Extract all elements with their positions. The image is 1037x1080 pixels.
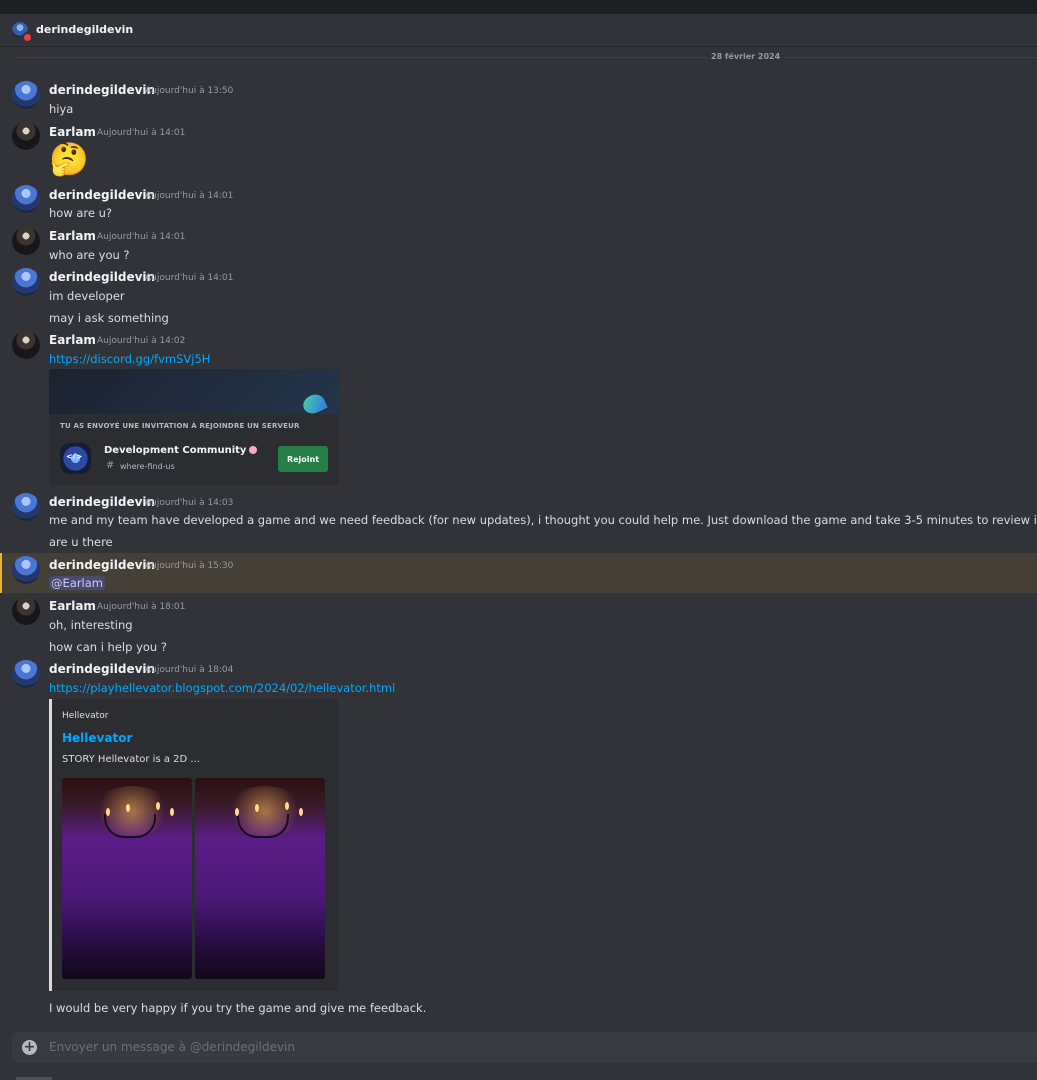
- candle-flame: [299, 808, 303, 816]
- blog-link[interactable]: https://playhellevator.blogspot.com/2024…: [49, 681, 395, 695]
- message-author[interactable]: Earlam: [49, 599, 96, 613]
- message-text: I would be very happy if you try the gam…: [49, 1001, 427, 1015]
- embed-provider: Hellevator: [62, 711, 109, 721]
- message-composer: +: [12, 1032, 1037, 1063]
- message-author[interactable]: Earlam: [49, 125, 96, 139]
- server-icon-text: </>: [66, 452, 83, 461]
- window-top-strip: [0, 0, 1037, 14]
- message-author[interactable]: derindegildevin: [49, 662, 155, 676]
- embed-description: STORY Hellevator is a 2D ...: [62, 754, 200, 765]
- channel-hash-icon: #: [106, 460, 115, 471]
- invite-banner: [49, 369, 339, 414]
- message-timestamp: Aujourd'hui à 14:01: [97, 128, 186, 138]
- message-text: me and my team have developed a game and…: [49, 513, 1037, 527]
- server-invite-card: TU AS ENVOYÉ UNE INVITATION À REJOINDRE …: [49, 369, 339, 485]
- date-divider: 28 février 2024: [14, 52, 1035, 61]
- channel-header: derindegildevin: [0, 14, 1037, 47]
- message-author[interactable]: Earlam: [49, 333, 96, 347]
- avatar-derindegildevin[interactable]: [12, 493, 40, 521]
- server-icon[interactable]: </>: [60, 443, 91, 474]
- user-mention[interactable]: @Earlam: [49, 576, 105, 590]
- invite-channel: where-find-us: [120, 462, 175, 471]
- message-timestamp: Aujourd'hui à 14:01: [145, 273, 234, 283]
- server-name[interactable]: Development Community: [104, 445, 246, 456]
- message-author[interactable]: derindegildevin: [49, 558, 155, 572]
- candle-flame: [170, 808, 174, 816]
- avatar-derindegildevin[interactable]: [12, 556, 40, 584]
- invite-link[interactable]: https://discord.gg/fvmSVj5H: [49, 352, 210, 366]
- header-username[interactable]: derindegildevin: [36, 23, 133, 36]
- message-text: are u there: [49, 535, 113, 549]
- message-text: may i ask something: [49, 311, 169, 325]
- message-timestamp: Aujourd'hui à 14:02: [97, 336, 186, 346]
- embed-image[interactable]: [62, 778, 192, 979]
- message-timestamp: Aujourd'hui à 14:03: [145, 498, 234, 508]
- avatar-earlam[interactable]: [12, 122, 40, 150]
- embed-image[interactable]: [195, 778, 325, 979]
- message-author[interactable]: derindegildevin: [49, 188, 155, 202]
- message-timestamp: Aujourd'hui à 18:01: [97, 602, 186, 612]
- server-name-row: Development Community: [104, 445, 258, 456]
- avatar-derindegildevin[interactable]: [12, 81, 40, 109]
- message-text: oh, interesting: [49, 618, 133, 632]
- avatar-derindegildevin[interactable]: [12, 185, 40, 213]
- message-timestamp: Aujourd'hui à 15:30: [145, 561, 234, 571]
- join-button[interactable]: Rejoint: [278, 446, 328, 472]
- message-text: how are u?: [49, 206, 113, 220]
- embed-title[interactable]: Hellevator: [62, 731, 132, 745]
- candle-flame: [285, 802, 289, 810]
- chandelier: [104, 814, 156, 838]
- date-divider-label: 28 février 2024: [707, 52, 785, 61]
- candle-flame: [255, 804, 259, 812]
- message-timestamp: Aujourd'hui à 13:50: [145, 86, 234, 96]
- message-timestamp: Aujourd'hui à 14:01: [97, 232, 186, 242]
- status-dnd-icon: [22, 32, 33, 43]
- message-timestamp: Aujourd'hui à 18:04: [145, 665, 234, 675]
- avatar-earlam[interactable]: [12, 227, 40, 255]
- avatar-earlam[interactable]: [12, 331, 40, 359]
- avatar-derindegildevin[interactable]: [12, 660, 40, 688]
- candle-flame: [156, 802, 160, 810]
- chandelier: [237, 814, 289, 838]
- candle-flame: [126, 804, 130, 812]
- mention-highlight: [0, 553, 1037, 593]
- avatar-earlam[interactable]: [12, 597, 40, 625]
- message-text: hiya: [49, 102, 74, 116]
- avatar-derindegildevin[interactable]: [12, 268, 40, 296]
- message-author[interactable]: derindegildevin: [49, 270, 155, 284]
- message-author[interactable]: Earlam: [49, 229, 96, 243]
- message-text: who are you ?: [49, 248, 130, 262]
- link-embed: Hellevator Hellevator STORY Hellevator i…: [49, 699, 338, 991]
- thinking-emoji: 🤔: [49, 140, 89, 178]
- message-timestamp: Aujourd'hui à 14:01: [145, 191, 234, 201]
- server-badge-icon: [249, 446, 258, 454]
- invite-title: TU AS ENVOYÉ UNE INVITATION À REJOINDRE …: [60, 422, 300, 430]
- candle-flame: [235, 808, 239, 816]
- message-text: how can i help you ?: [49, 640, 167, 654]
- add-attachment-icon[interactable]: +: [22, 1040, 37, 1055]
- message-author[interactable]: derindegildevin: [49, 83, 155, 97]
- candle-flame: [106, 808, 110, 816]
- message-author[interactable]: derindegildevin: [49, 495, 155, 509]
- message-text: im developer: [49, 289, 125, 303]
- message-input[interactable]: [49, 1039, 949, 1055]
